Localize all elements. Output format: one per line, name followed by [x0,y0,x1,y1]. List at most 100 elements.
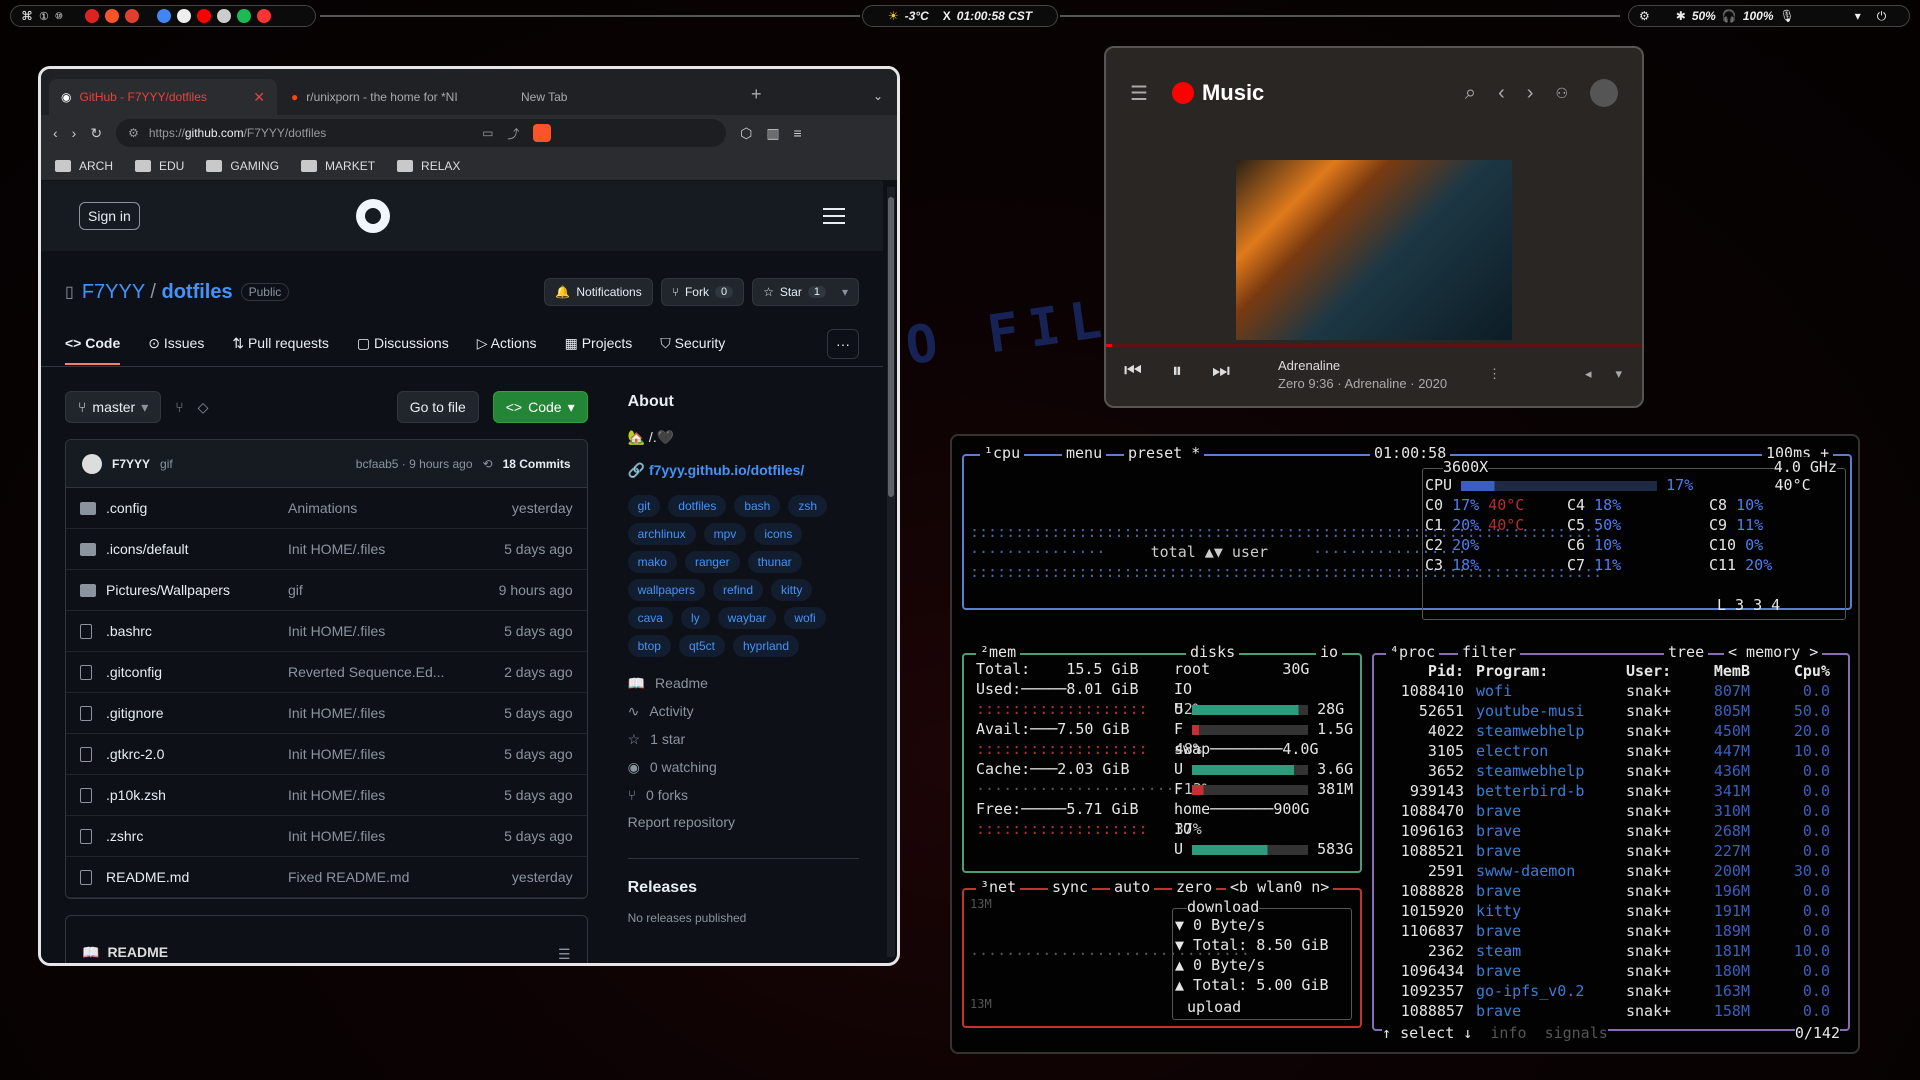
proc-info[interactable]: info [1490,1024,1526,1042]
bookmark-gaming[interactable]: GAMING [206,159,279,173]
tab-issues[interactable]: ⊙ Issues [148,335,204,352]
youtube-music-icon[interactable] [256,9,271,23]
process-row[interactable]: 4022 steamwebhelp snak+ 450M 20.0 [1374,721,1848,741]
github-logo-icon[interactable] [355,199,390,233]
microphone-icon[interactable]: 🎙 [1780,9,1795,23]
topic-tag[interactable]: kitty [771,579,813,601]
spotify-icon[interactable] [236,9,251,23]
net-sync[interactable]: sync [1048,878,1093,896]
brave-icon[interactable] [104,9,119,23]
youtube-icon[interactable] [196,9,211,23]
topic-tag[interactable]: mpv [703,523,747,545]
forward-icon[interactable]: › [1527,82,1534,105]
topic-tag[interactable]: git [627,495,661,517]
file-name[interactable]: .icons/default [106,541,288,557]
topic-tag[interactable]: btop [627,635,671,657]
back-icon[interactable]: ‹ [1498,82,1505,105]
topic-tag[interactable]: icons [754,523,803,545]
file-commit-message[interactable]: Init HOME/.files [288,623,488,639]
proc-sort[interactable]: < memory > [1724,643,1823,661]
topic-tag[interactable]: ranger [684,551,740,573]
file-name[interactable]: README.md [106,869,288,885]
tab-unixporn[interactable]: ● r/unixporn - the home for *NI [279,79,507,115]
back-icon[interactable]: ‹ [53,125,58,141]
repo-name-link[interactable]: dotfiles [162,281,233,303]
preset-button[interactable]: preset * [1124,444,1205,462]
table-row[interactable]: .p10k.zsh Init HOME/.files 5 days ago [66,775,587,816]
file-name[interactable]: .p10k.zsh [106,787,288,803]
file-name[interactable]: Pictures/Wallpapers [106,582,288,598]
table-row[interactable]: .gitconfig Reverted Sequence.Ed... 2 days … [66,652,587,693]
process-row[interactable]: 1088410 wofi snak+ 807M 0.0 [1374,681,1848,701]
notifications-button[interactable]: 🔔 Notifications [544,278,653,306]
bookmark-edu[interactable]: EDU [135,159,184,173]
process-row[interactable]: 1088521 brave snak+ 227M 0.0 [1374,841,1848,861]
file-name[interactable]: .zshrc [106,828,288,844]
topic-tag[interactable]: cava [627,607,673,629]
track-details[interactable]: Zero 9:36 · Adrenaline · 2020 [1278,376,1447,391]
homepage-link[interactable]: 🔗 f7yyy.github.io/dotfiles/ [628,462,859,479]
file-commit-message[interactable]: Init HOME/.files [288,828,488,844]
process-row[interactable]: 1096434 brave snak+ 180M 0.0 [1374,961,1848,981]
file-name[interactable]: .gitignore [106,705,288,721]
table-row[interactable]: .zshrc Init HOME/.files 5 days ago [66,816,587,857]
readme-link[interactable]: 📖 Readme [628,675,859,692]
cpu-title[interactable]: ¹cpu [980,444,1025,462]
table-row[interactable]: .config Animations yesterday [66,488,587,529]
workspace-10-icon[interactable]: ⑩ [55,11,63,22]
file-commit-message[interactable]: Init HOME/.files [288,746,488,762]
file-commit-message[interactable]: Fixed README.md [288,869,488,885]
process-row[interactable]: 1088828 brave snak+ 196M 0.0 [1374,881,1848,901]
watching-link[interactable]: ◉ 0 watching [628,759,859,776]
bookmark-arch[interactable]: ARCH [55,159,113,173]
fork-button[interactable]: ⑂ Fork 0 [660,278,745,306]
topic-tag[interactable]: waybar [717,607,777,629]
menu-icon[interactable]: ☰ [1130,81,1148,106]
brave-alt-icon[interactable] [124,9,139,23]
tab-actions[interactable]: ▷ Actions [477,335,537,352]
file-commit-message[interactable]: Init HOME/.files [288,787,488,803]
net-interface[interactable]: <b wlan0 n> [1226,878,1334,896]
forward-icon[interactable]: › [72,125,77,141]
more-vert-icon[interactable]: ⋮ [1488,366,1501,382]
tab-projects[interactable]: ▦ Projects [565,335,633,352]
readme-tab[interactable]: 📖 README [82,916,168,963]
process-row[interactable]: 939143 betterbird-b snak+ 341M 0.0 [1374,781,1848,801]
scrollbar-thumb[interactable] [888,197,894,497]
topic-tag[interactable]: dotfiles [668,495,727,517]
file-name[interactable]: .bashrc [106,623,288,639]
process-row[interactable]: 1015920 kitty snak+ 191M 0.0 [1374,901,1848,921]
tab-security[interactable]: ⛉ Security [660,335,725,352]
releases-heading[interactable]: Releases [628,879,697,896]
proc-signals[interactable]: signals [1545,1024,1608,1042]
commit-author[interactable]: F7YYY [112,457,150,471]
menu-icon[interactable]: ≡ [794,125,802,141]
address-bar[interactable]: ⚙ https://github.com/F7YYY/dotfiles ▭ ⤴ [116,119,727,147]
file-name[interactable]: .config [106,500,288,516]
cast-icon[interactable]: ▭ [482,126,493,140]
topic-tag[interactable]: wofi [784,607,826,629]
more-options-button[interactable]: ··· [827,328,859,359]
topic-tag[interactable]: mako [627,551,677,573]
topic-tag[interactable]: thunar [747,551,802,573]
process-row[interactable]: 1092357 go-ipfs_v0.2 snak+ 163M 0.0 [1374,981,1848,1001]
tab-discussions[interactable]: ▢ Discussions [357,335,449,352]
command-icon[interactable]: ⌘ [21,9,33,23]
activity-link[interactable]: ∿ Activity [628,703,859,720]
previous-icon[interactable]: ⏮ [1124,360,1142,383]
topic-tag[interactable]: qt5ct [678,635,725,657]
music-logo[interactable]: Music [1171,80,1264,106]
go-to-file-button[interactable]: Go to file [396,391,479,423]
tab-github[interactable]: ◉ GitHub - F7YYY/dotfiles ✕ [49,79,277,115]
chevron-down-icon[interactable]: ▾ [842,285,848,299]
process-row[interactable]: 1088857 brave snak+ 158M 0.0 [1374,1001,1848,1021]
branch-select[interactable]: ⑂ master ▾ [65,391,162,423]
proc-select[interactable]: select [1400,1024,1454,1042]
sign-in-button[interactable]: Sign in [79,202,140,230]
power-icon[interactable]: ⏻ [1877,9,1887,24]
proc-tree[interactable]: tree [1664,643,1709,661]
process-row[interactable]: 52651 youtube-musi snak+ 805M 50.0 [1374,701,1848,721]
opera-icon[interactable] [84,9,99,23]
proc-filter[interactable]: filter [1458,643,1521,661]
playback-progress[interactable] [1106,344,1642,347]
